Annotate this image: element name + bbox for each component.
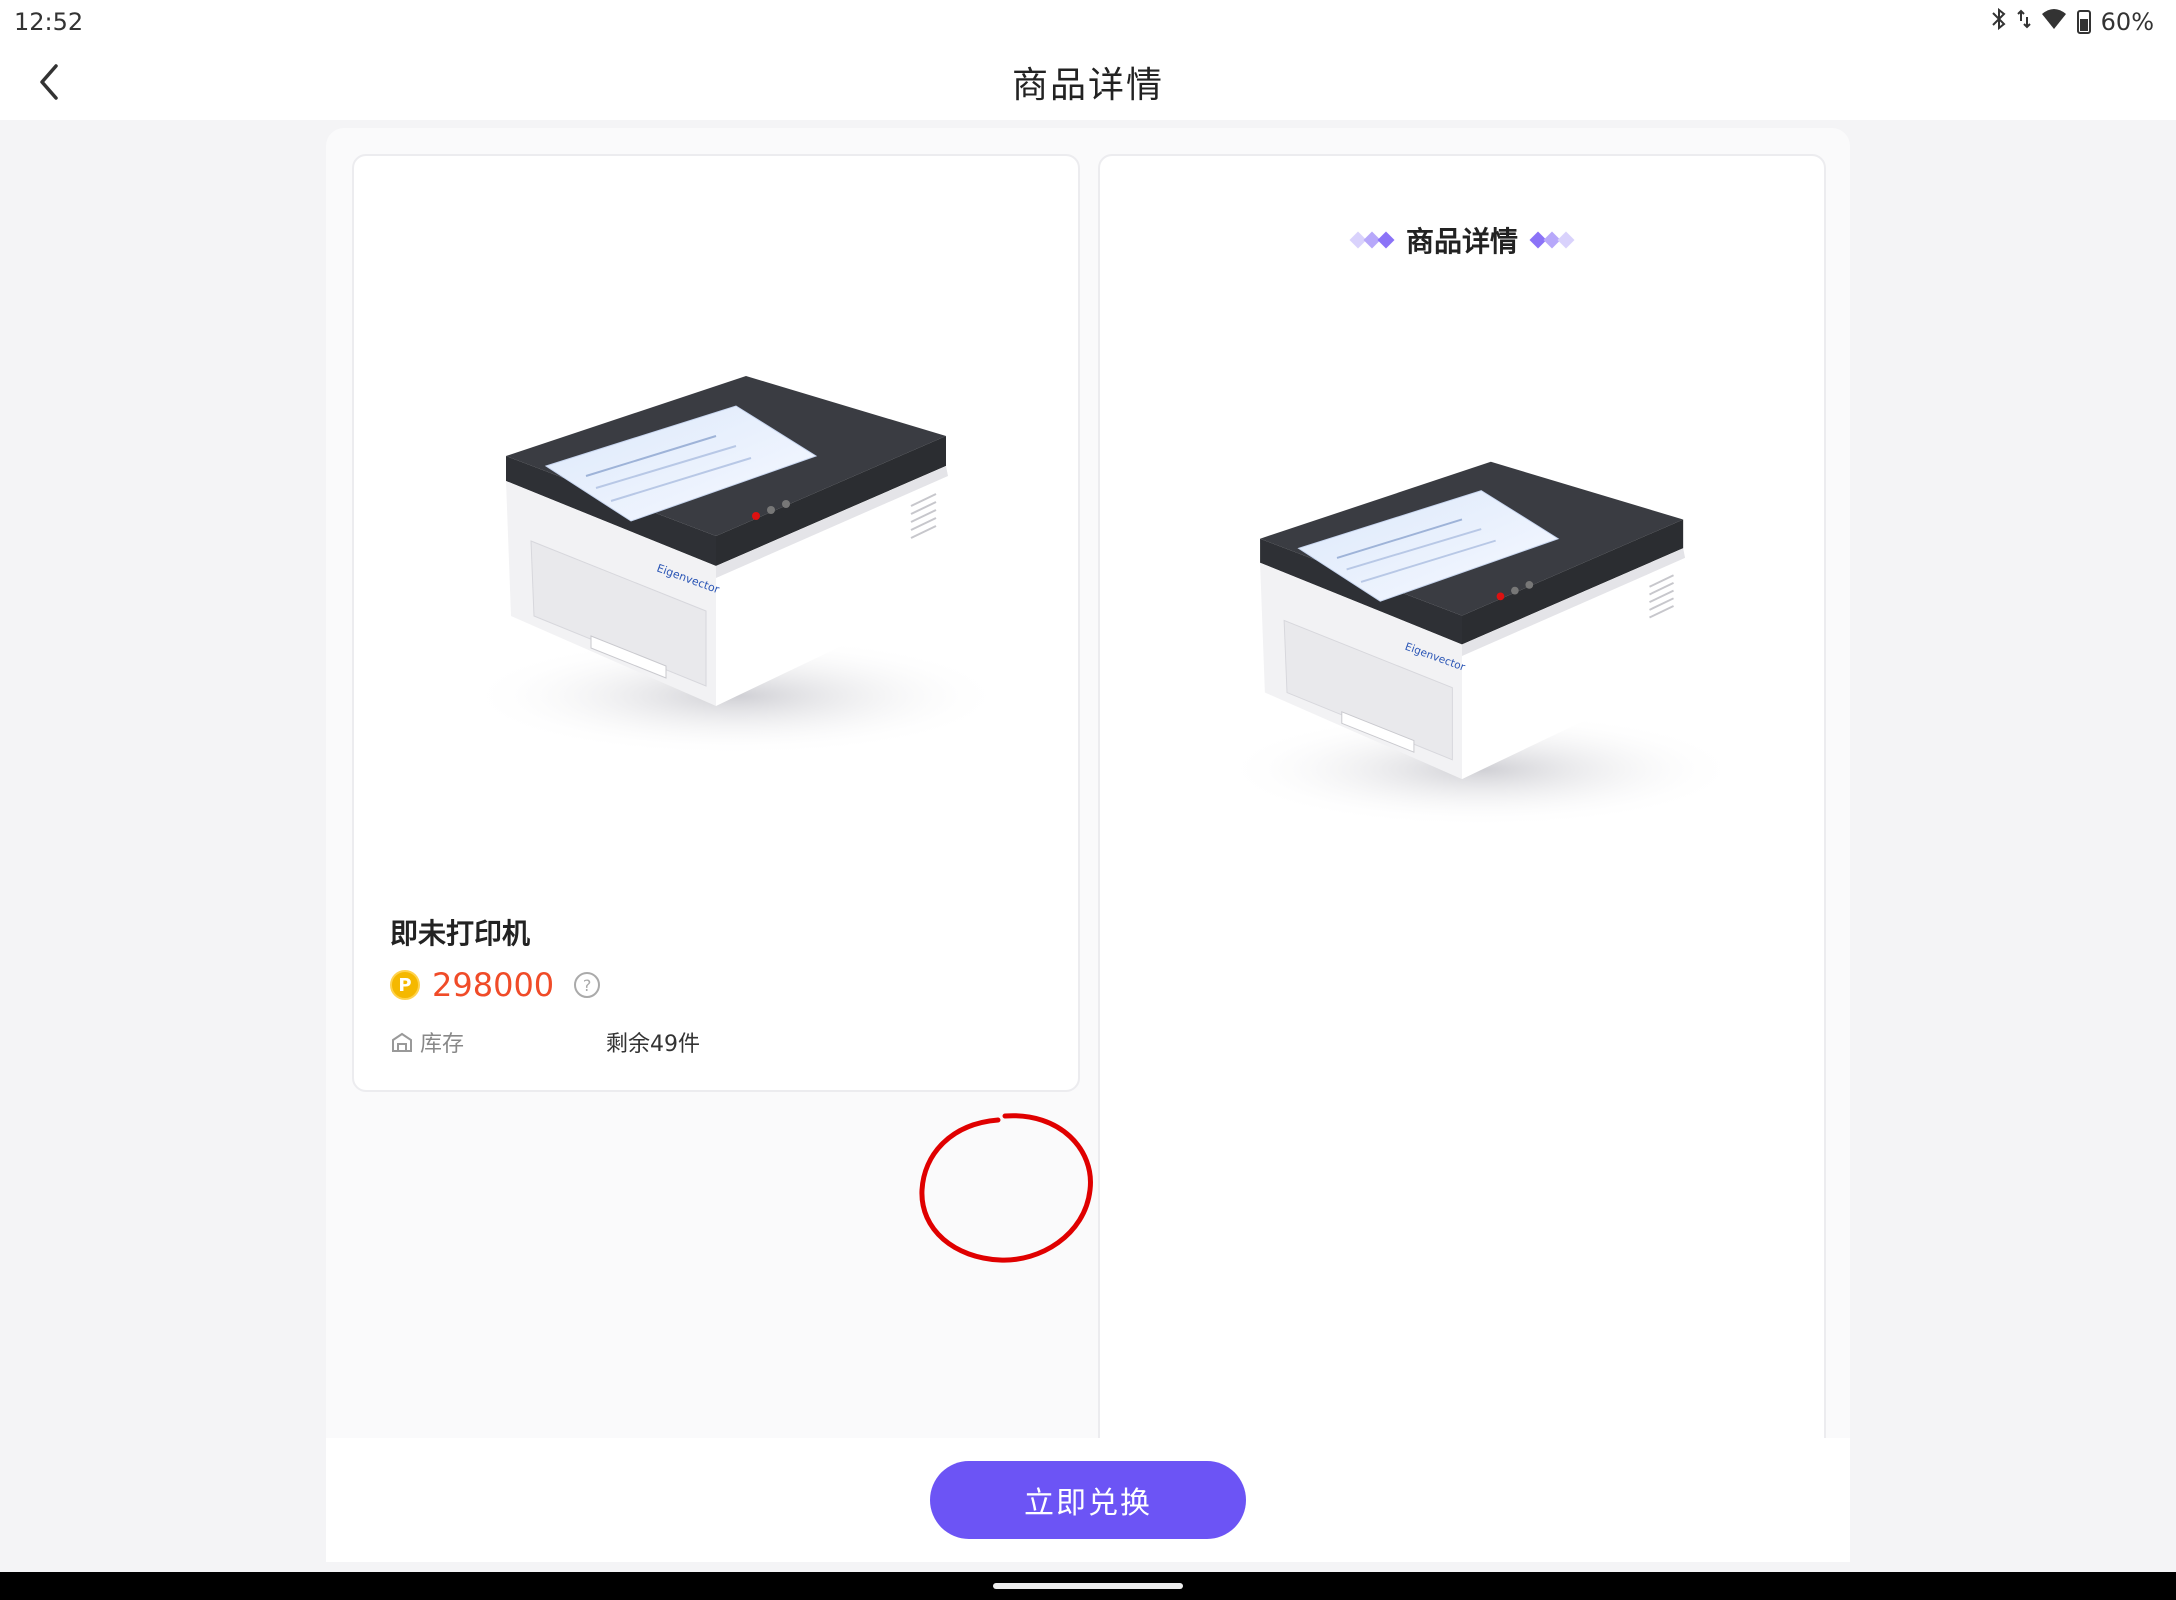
status-time: 12:52 — [14, 8, 84, 36]
warehouse-icon — [392, 1032, 412, 1052]
price-row: P 298000 ? — [390, 966, 601, 1004]
stock-label: 库存 — [420, 1032, 465, 1057]
content-area: Eigenvector 即未打印机 P 298000 ? 库存 剩余49件 商品… — [326, 128, 1850, 1562]
product-summary-card: Eigenvector 即未打印机 P 298000 ? 库存 剩余49件 — [352, 154, 1080, 1092]
stock-row: 库存 剩余49件 — [390, 1026, 700, 1058]
bottom-action-bar: 立即兑换 — [326, 1438, 1850, 1562]
product-name: 即未打印机 — [390, 918, 531, 949]
redeem-now-button[interactable]: 立即兑换 — [930, 1461, 1246, 1539]
status-icons: 60% — [1991, 7, 2154, 37]
product-detail-card: 商品详情 Eigenvector — [1098, 154, 1826, 1562]
chevron-left-icon — [40, 64, 58, 100]
battery-icon — [2076, 10, 2091, 34]
product-price: 298000 — [432, 966, 555, 1004]
diamond-decoration-left-icon — [1349, 231, 1395, 249]
question-icon[interactable]: ? — [574, 972, 601, 998]
diamond-decoration-right-icon — [1529, 231, 1575, 249]
wifi-icon — [2041, 8, 2067, 36]
product-image[interactable]: Eigenvector — [416, 266, 1016, 786]
stock-value: 剩余49件 — [606, 1032, 700, 1057]
annotation-circle — [919, 1113, 1093, 1263]
data-arrows-icon — [2016, 7, 2031, 37]
detail-header: 商品详情 — [1100, 220, 1824, 260]
detail-title: 商品详情 — [1405, 225, 1518, 258]
detail-product-image: Eigenvector — [1221, 461, 1741, 828]
battery-level: 60% — [2100, 8, 2154, 36]
home-gesture-handle[interactable] — [993, 1583, 1183, 1589]
title-bar: 商品详情 — [0, 44, 2176, 120]
points-coin-icon: P — [390, 970, 420, 1000]
system-nav-bar — [0, 1572, 2176, 1600]
stock-label-group: 库存 — [390, 1026, 606, 1058]
bluetooth-icon — [1991, 7, 2007, 37]
status-bar: 12:52 60% — [0, 0, 2176, 44]
back-button[interactable] — [22, 54, 78, 110]
page-title: 商品详情 — [1011, 65, 1164, 106]
